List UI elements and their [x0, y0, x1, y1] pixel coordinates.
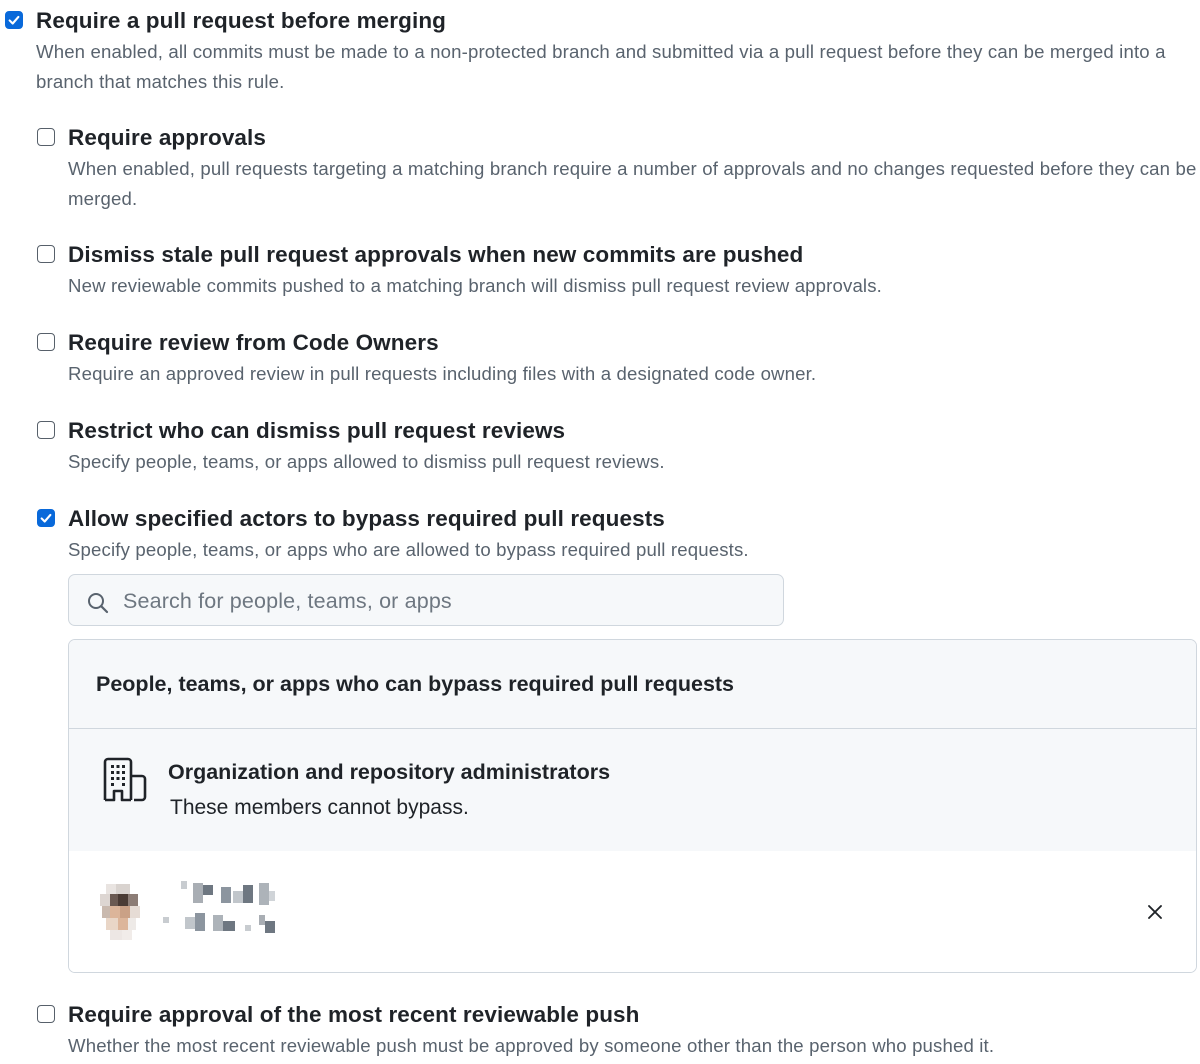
checkmark-icon: [8, 15, 20, 25]
rule-description: Specify people, teams, or apps who are a…: [68, 539, 749, 560]
admins-title: Organization and repository administrato…: [168, 760, 611, 784]
require-pull-request-checkbox[interactable]: [5, 11, 23, 29]
allow-bypass-checkbox[interactable]: [37, 509, 55, 527]
actor-name-redacted: [163, 881, 275, 933]
search-icon: [88, 593, 109, 614]
rule-title[interactable]: Require review from Code Owners: [68, 330, 439, 356]
bypass-search-input[interactable]: [121, 583, 765, 619]
rule-title[interactable]: Require a pull request before merging: [36, 8, 446, 34]
require-latest-push-approval-checkbox[interactable]: [37, 1005, 55, 1023]
bypass-actors-panel: People, teams, or apps who can bypass re…: [68, 639, 1197, 973]
dismiss-stale-approvals-checkbox[interactable]: [37, 245, 55, 263]
rule-description: New reviewable commits pushed to a match…: [68, 275, 882, 296]
panel-title: People, teams, or apps who can bypass re…: [96, 672, 735, 696]
require-approvals-checkbox[interactable]: [37, 128, 55, 146]
restrict-dismissals-checkbox[interactable]: [37, 421, 55, 439]
rule-description: Whether the most recent reviewable push …: [68, 1035, 995, 1056]
rule-title[interactable]: Dismiss stale pull request approvals whe…: [68, 242, 803, 268]
bypass-search-box[interactable]: [68, 574, 784, 626]
avatar: [92, 878, 156, 946]
bypass-actor-row: [69, 851, 1196, 972]
require-code-owners-checkbox[interactable]: [37, 333, 55, 351]
rule-title[interactable]: Restrict who can dismiss pull request re…: [68, 418, 565, 444]
organization-icon: [103, 757, 147, 802]
rule-description: When enabled, all commits must be made t…: [36, 41, 1166, 92]
rule-description: Specify people, teams, or apps allowed t…: [68, 451, 665, 472]
panel-header: People, teams, or apps who can bypass re…: [69, 640, 1196, 729]
rule-description: Require an approved review in pull reque…: [68, 363, 817, 384]
admins-row: Organization and repository administrato…: [69, 729, 1196, 851]
close-icon: [1148, 905, 1162, 919]
rule-title[interactable]: Require approvals: [68, 125, 266, 151]
remove-actor-button[interactable]: [1140, 897, 1170, 927]
checkmark-icon: [40, 513, 52, 523]
rule-title[interactable]: Allow specified actors to bypass require…: [68, 506, 665, 532]
rule-description: When enabled, pull requests targeting a …: [68, 158, 1197, 209]
rule-title[interactable]: Require approval of the most recent revi…: [68, 1002, 640, 1028]
admins-note: These members cannot bypass.: [170, 796, 469, 819]
